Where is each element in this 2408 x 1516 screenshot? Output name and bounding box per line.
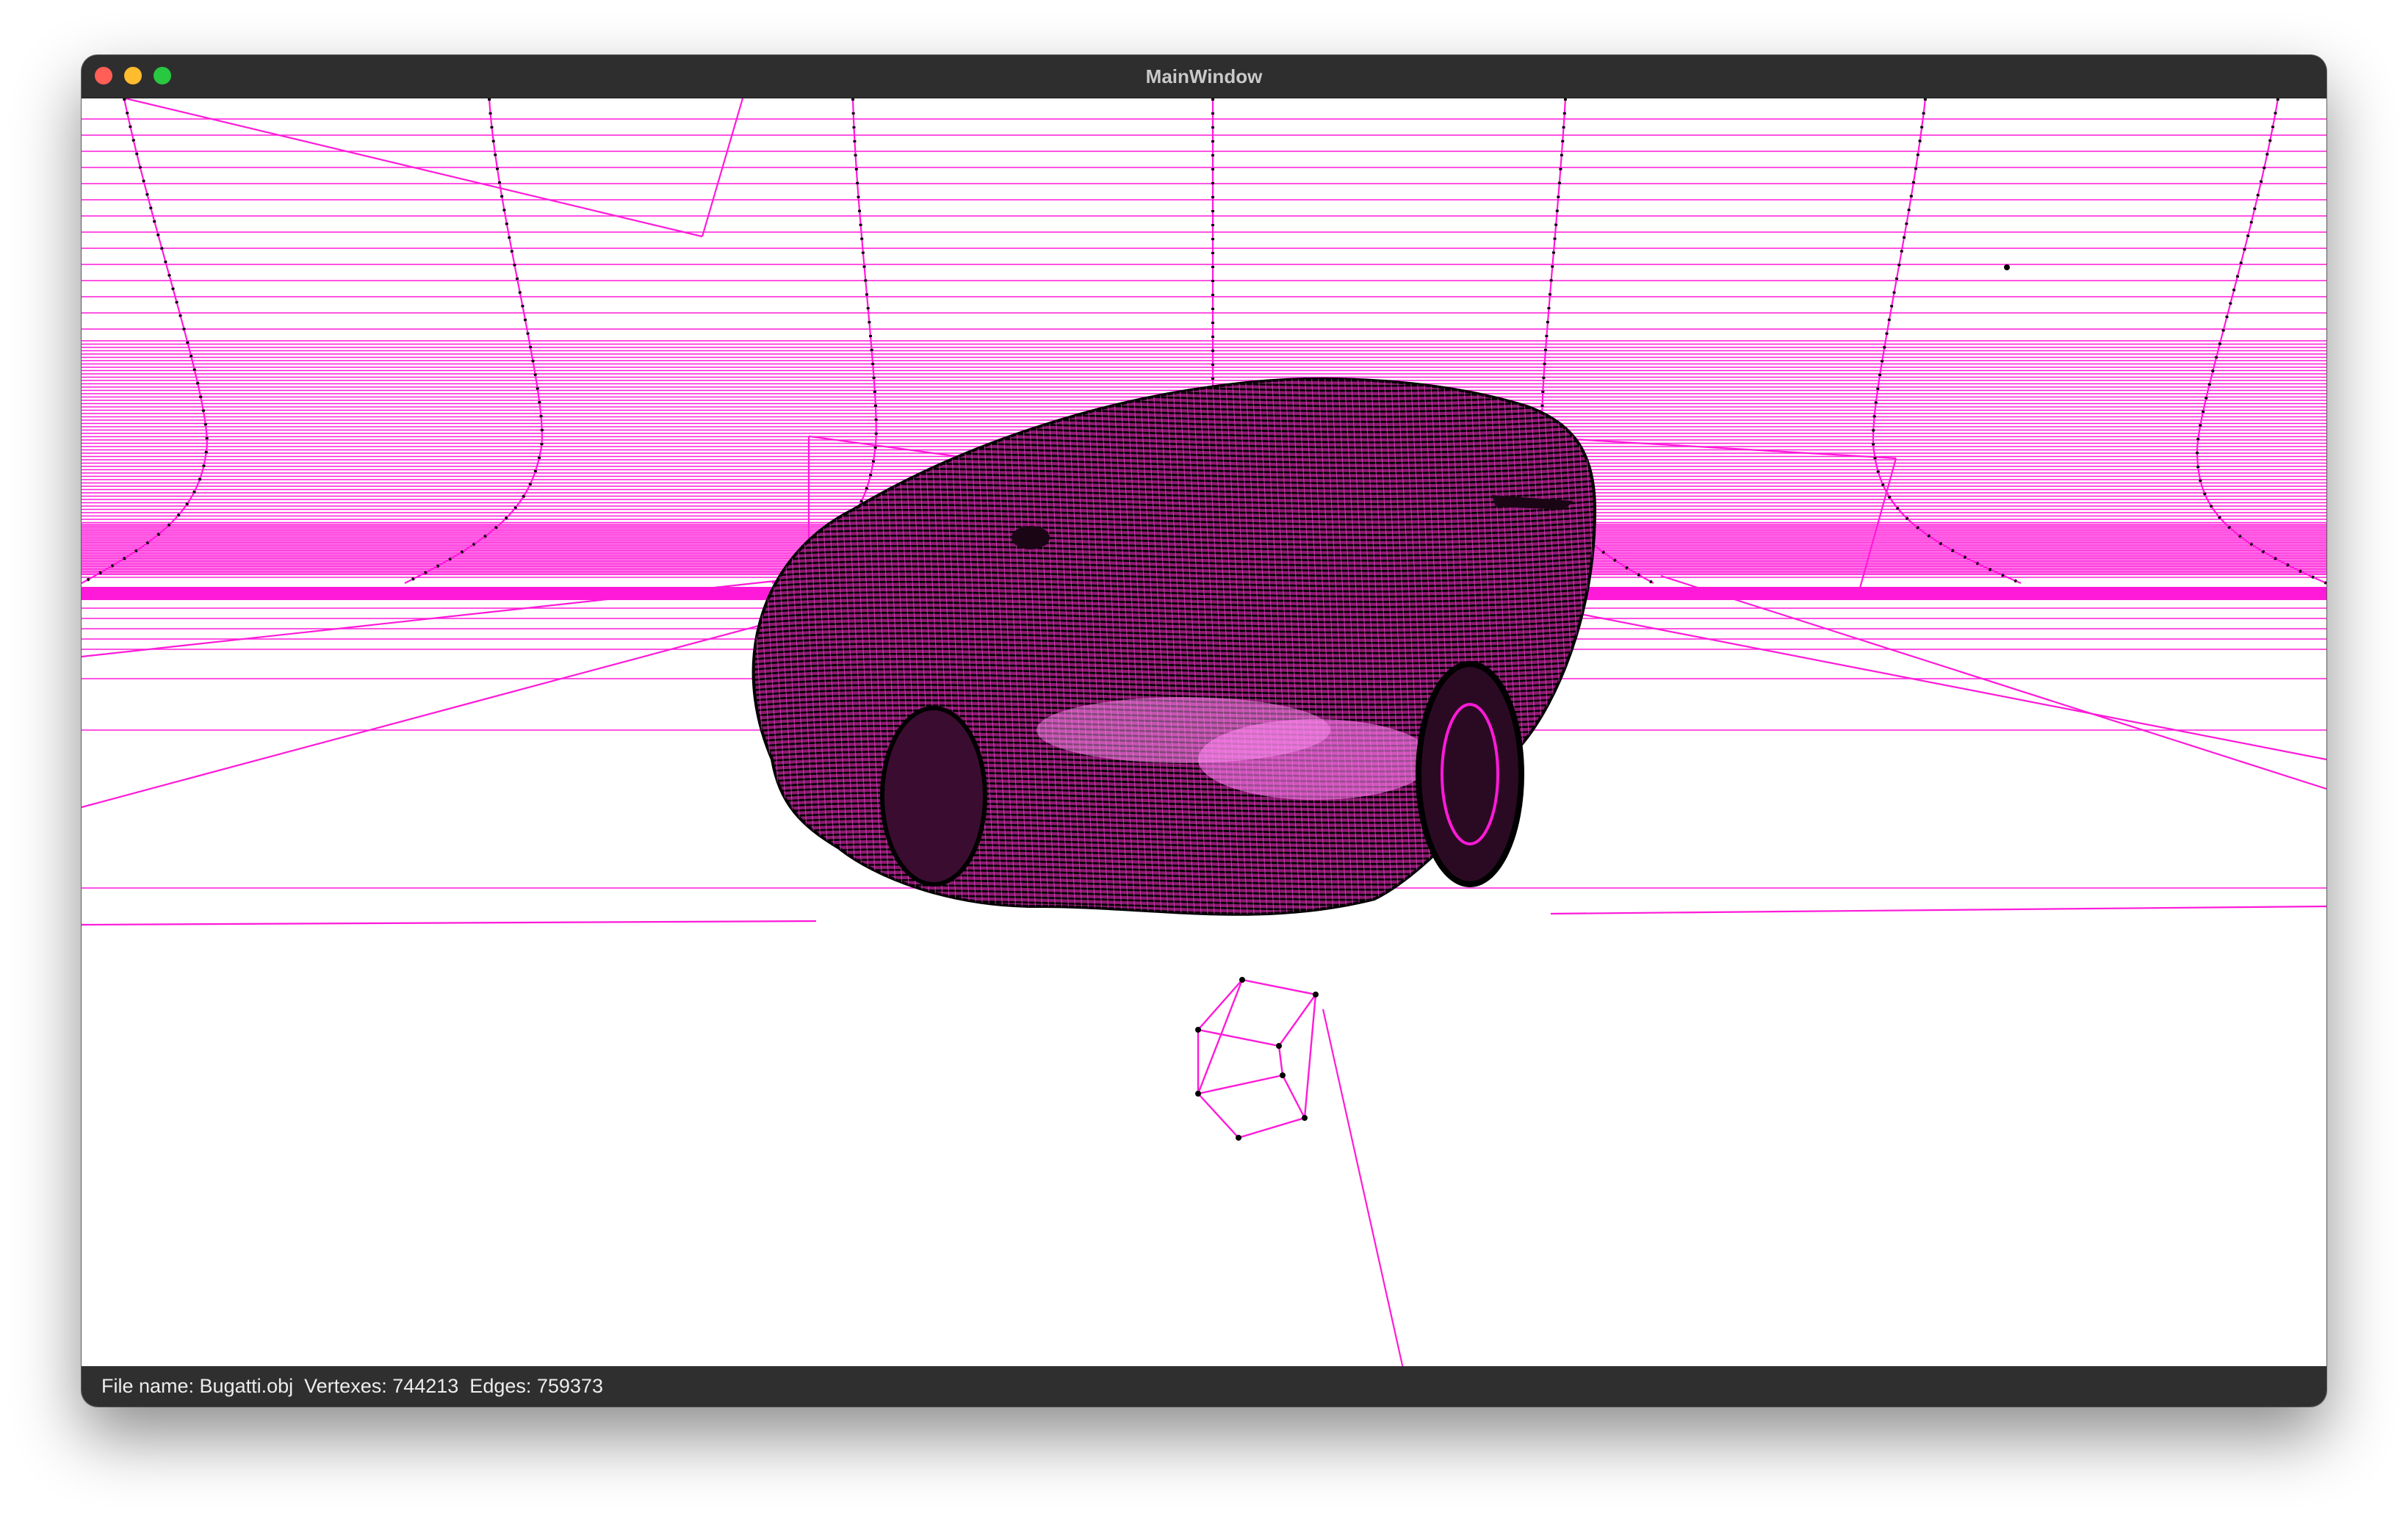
cube-vertex bbox=[1280, 1072, 1286, 1078]
cube-vertex bbox=[1195, 1027, 1201, 1033]
floor-edge bbox=[1572, 438, 1897, 460]
3d-viewport[interactable] bbox=[82, 98, 2326, 1407]
cube-edge bbox=[1281, 1075, 1306, 1119]
grille-highlight bbox=[1037, 697, 1330, 763]
cube-vertex bbox=[1313, 992, 1319, 997]
floor-edge bbox=[82, 920, 817, 926]
car-model bbox=[751, 377, 1597, 916]
cube-edge bbox=[1303, 994, 1317, 1119]
front-light bbox=[880, 706, 987, 887]
cube-edge bbox=[1238, 1116, 1305, 1139]
status-text: File name: Bugatti.obj Vertexes: 744213 … bbox=[101, 1375, 603, 1397]
window-title: MainWindow bbox=[1145, 65, 1263, 87]
cube-edge bbox=[1277, 1045, 1284, 1076]
status-bar: File name: Bugatti.obj Vertexes: 744213 … bbox=[82, 1366, 2326, 1407]
cube-edge bbox=[1241, 978, 1316, 996]
cube-edge bbox=[1197, 979, 1243, 1030]
floor-edge bbox=[1322, 1008, 1413, 1407]
bounding-cube bbox=[1195, 977, 1319, 1141]
floor-edge bbox=[1572, 611, 2326, 761]
cube-vertex bbox=[1276, 1043, 1282, 1049]
cube-vertex bbox=[1302, 1115, 1308, 1121]
stray-vertex bbox=[2004, 264, 2010, 270]
cube-edge bbox=[1197, 1074, 1283, 1095]
floor-edge bbox=[1550, 905, 2326, 915]
main-window: MainWindow File name: Bugatti.obj Vertex… bbox=[82, 55, 2326, 1407]
front-wheel bbox=[1416, 661, 1524, 887]
cube-edge bbox=[1197, 1093, 1239, 1138]
cube-vertex bbox=[1195, 1091, 1201, 1097]
wireframe-render[interactable] bbox=[82, 98, 2326, 1407]
cube-edge bbox=[1197, 1028, 1280, 1047]
cube-edge bbox=[1278, 994, 1316, 1047]
cube-vertex bbox=[1236, 1135, 1241, 1141]
left-mirror bbox=[1012, 526, 1050, 549]
cube-vertex bbox=[1239, 977, 1245, 983]
title-bar: MainWindow bbox=[82, 55, 2326, 98]
